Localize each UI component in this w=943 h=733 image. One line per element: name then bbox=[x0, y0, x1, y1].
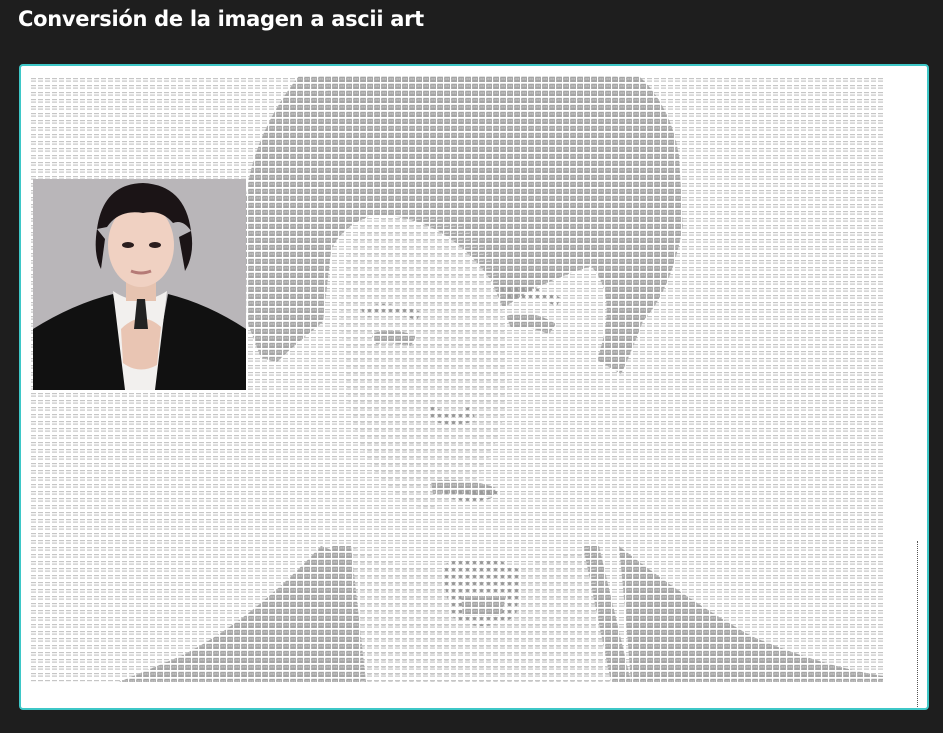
ascii-output-panel bbox=[19, 64, 929, 710]
scroll-indicator bbox=[917, 541, 918, 708]
source-photo bbox=[33, 179, 246, 390]
page-title: Conversión de la imagen a ascii art bbox=[18, 7, 424, 31]
